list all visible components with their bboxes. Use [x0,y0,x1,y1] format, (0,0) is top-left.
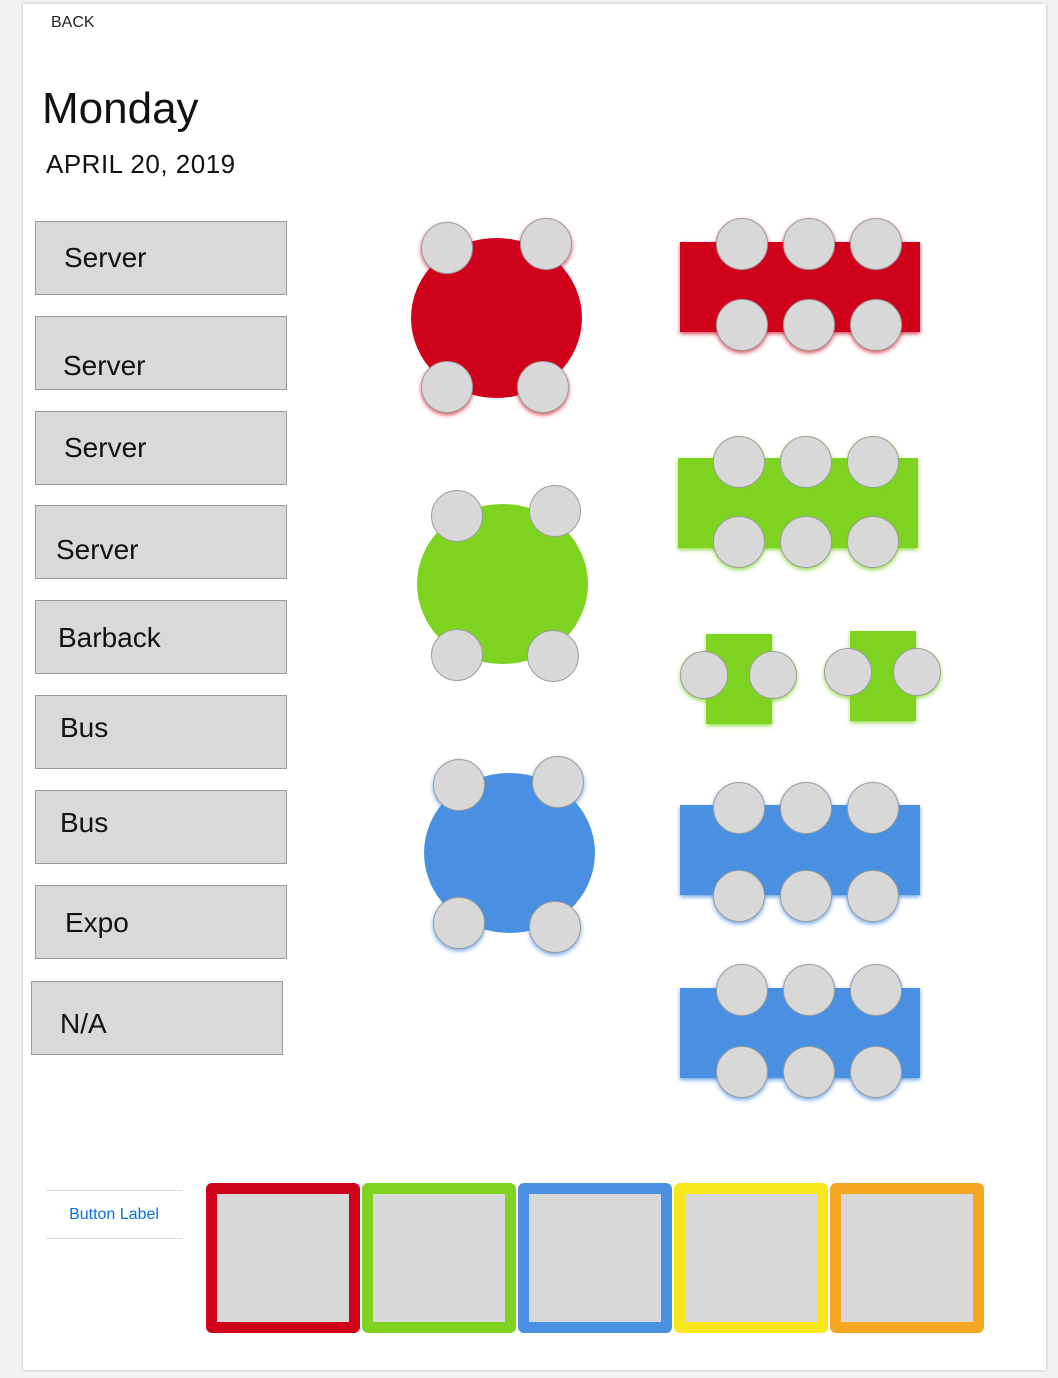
seat[interactable] [716,964,768,1016]
seat[interactable] [532,756,584,808]
swatch-blue[interactable] [518,1183,672,1333]
seat[interactable] [850,218,902,270]
role-button-expo[interactable]: Expo [35,885,287,959]
seat[interactable] [713,782,765,834]
seat[interactable] [716,299,768,351]
seat[interactable] [520,218,572,270]
seat[interactable] [716,1046,768,1098]
role-label: Server [63,350,146,381]
page-date: APRIL 20, 2019 [46,149,236,179]
role-button-barback[interactable]: Barback [35,600,287,674]
role-button-server-4[interactable]: Server [35,505,287,579]
seat[interactable] [850,1046,902,1098]
page-title: Monday [42,84,199,133]
seat[interactable] [716,218,768,270]
seat[interactable] [893,648,941,696]
seat[interactable] [783,1046,835,1098]
seat[interactable] [783,299,835,351]
role-button-na[interactable]: N/A [31,981,283,1055]
seat[interactable] [847,436,899,488]
seat[interactable] [783,964,835,1016]
seat[interactable] [749,651,797,699]
role-label: Expo [65,907,129,938]
role-button-bus-1[interactable]: Bus [35,695,287,769]
seat[interactable] [713,870,765,922]
role-button-server-2[interactable]: Server [35,316,287,390]
button-label[interactable]: Button Label [46,1190,182,1239]
role-label: N/A [60,1008,107,1039]
seat[interactable] [824,648,872,696]
seat[interactable] [431,629,483,681]
seat[interactable] [527,630,579,682]
seat[interactable] [783,218,835,270]
seat[interactable] [847,870,899,922]
seat[interactable] [421,361,473,413]
swatch-orange[interactable] [830,1183,984,1333]
role-button-server-3[interactable]: Server [35,411,287,485]
seat[interactable] [780,516,832,568]
seat[interactable] [780,782,832,834]
seat[interactable] [517,361,569,413]
role-button-bus-2[interactable]: Bus [35,790,287,864]
role-label: Bus [60,712,109,743]
seat[interactable] [850,299,902,351]
back-link[interactable]: BACK [51,14,95,32]
swatch-red[interactable] [206,1183,360,1333]
seat[interactable] [529,901,581,953]
seat[interactable] [680,651,728,699]
role-label: Server [64,432,147,463]
seat[interactable] [847,782,899,834]
seat[interactable] [850,964,902,1016]
role-label: Bus [60,807,109,838]
seat[interactable] [713,516,765,568]
role-label: Barback [58,622,161,653]
seat[interactable] [421,222,473,274]
seat[interactable] [713,436,765,488]
role-button-server-1[interactable]: Server [35,221,287,295]
seat[interactable] [847,516,899,568]
seat[interactable] [529,485,581,537]
seat[interactable] [433,897,485,949]
seat[interactable] [431,490,483,542]
role-label: Server [64,242,147,273]
seat[interactable] [780,436,832,488]
seat[interactable] [433,759,485,811]
swatch-green[interactable] [362,1183,516,1333]
swatch-yellow[interactable] [674,1183,828,1333]
role-label: Server [56,534,139,565]
seat[interactable] [780,870,832,922]
